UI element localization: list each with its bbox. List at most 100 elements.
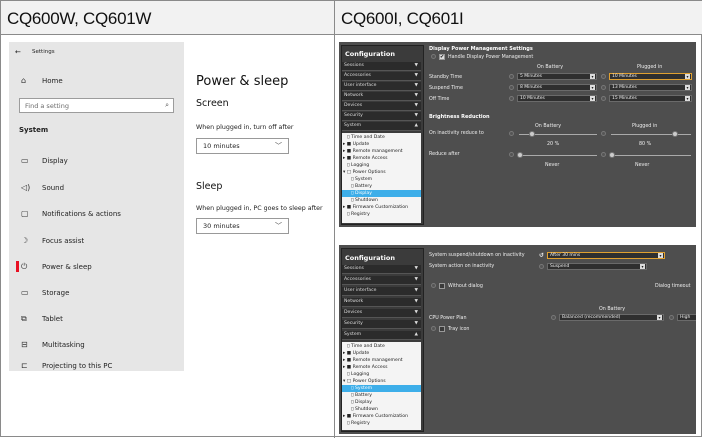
- tree-item-battery[interactable]: ▯ Battery: [342, 183, 421, 190]
- tree-item-update[interactable]: ▸ ■ Update: [342, 350, 421, 357]
- tree-label: System: [355, 177, 373, 182]
- find-placeholder: Find a setting: [25, 102, 69, 110]
- menu-accessories[interactable]: Accessories ▼: [342, 276, 421, 285]
- screen-heading: Screen: [196, 98, 229, 109]
- menu-devices[interactable]: Devices ▼: [342, 102, 421, 111]
- reset-icon[interactable]: ↺: [539, 252, 544, 259]
- standby-battery-dropdown[interactable]: 5 Minutes ▾: [517, 73, 597, 80]
- row-radio[interactable]: [601, 74, 606, 79]
- tree-item-remote-access[interactable]: ▸ ■ Remote Access: [342, 364, 421, 371]
- inactivity-radio-2[interactable]: [601, 131, 606, 136]
- nav-multitasking[interactable]: ⊟ Multitasking: [21, 340, 85, 349]
- menu-user-interface[interactable]: User interface ▼: [342, 82, 421, 91]
- row-radio[interactable]: [509, 96, 514, 101]
- sleep-timeout-dropdown[interactable]: 30 minutes ﹀: [196, 218, 289, 234]
- row-radio[interactable]: [509, 85, 514, 90]
- back-arrow-icon[interactable]: ←: [15, 48, 21, 56]
- tree-item-shutdown[interactable]: ▯ Shutdown: [342, 406, 421, 413]
- action-radio[interactable]: [539, 264, 544, 269]
- suspend-battery-dropdown[interactable]: 8 Minutes ▾: [517, 84, 597, 91]
- battery-reduce-slider-track[interactable]: [519, 155, 597, 156]
- plugged-reduce-slider-knob[interactable]: [609, 152, 615, 158]
- tree-item-remote-management[interactable]: ▸ ■ Remote management: [342, 357, 421, 364]
- dropdown-value: 30 minutes: [203, 222, 240, 230]
- row-radio[interactable]: [601, 85, 606, 90]
- cpu-plan-plugged-dropdown[interactable]: High: [677, 314, 696, 321]
- menu-devices[interactable]: Devices ▼: [342, 309, 421, 318]
- tree-item-time-date[interactable]: ▯ Time and Date: [342, 134, 421, 141]
- dialog-radio[interactable]: [431, 283, 436, 288]
- menu-accessories[interactable]: Accessories ▼: [342, 72, 421, 81]
- menu-label: Security: [344, 321, 363, 326]
- tree-item-registry[interactable]: ▯ Registry: [342, 211, 421, 218]
- cpu-radio-2[interactable]: [669, 315, 674, 320]
- menu-system[interactable]: System ▲: [342, 122, 421, 131]
- menu-security[interactable]: Security ▼: [342, 112, 421, 121]
- tree-label: Display: [355, 400, 372, 405]
- tree-label: Registry: [351, 421, 370, 426]
- dropdown-value: 10 minutes: [203, 142, 240, 150]
- without-dialog-checkbox[interactable]: [439, 283, 445, 289]
- tree-item-time-date[interactable]: ▯ Time and Date: [342, 343, 421, 350]
- row-radio[interactable]: [509, 74, 514, 79]
- plugged-brightness-slider-knob[interactable]: [672, 131, 678, 137]
- nav-projecting[interactable]: ⊏ Projecting to this PC: [21, 361, 112, 370]
- screen-label: When plugged in, turn off after: [196, 124, 294, 131]
- triangle-down-icon: ▼: [414, 321, 418, 326]
- menu-user-interface[interactable]: User interface ▼: [342, 287, 421, 296]
- off-battery-dropdown[interactable]: 10 Minutes ▾: [517, 95, 597, 102]
- tray-icon-checkbox[interactable]: [439, 326, 445, 332]
- tree-item-firmware[interactable]: ▸ ■ Firmware Customization: [342, 413, 421, 420]
- tree-item-power-options[interactable]: ▾ □ Power Options: [342, 169, 421, 176]
- find-setting-input[interactable]: Find a setting ⌕: [19, 98, 174, 113]
- tree-item-logging[interactable]: ▯ Logging: [342, 371, 421, 378]
- menu-sessions[interactable]: Sessions ▼: [342, 62, 421, 71]
- tree-item-display[interactable]: ▯ Display: [342, 399, 421, 406]
- nav-storage[interactable]: ▭ Storage: [21, 288, 69, 297]
- standby-plugged-dropdown[interactable]: 10 Minutes ▾: [609, 73, 692, 80]
- tree-item-shutdown[interactable]: ▯ Shutdown: [342, 197, 421, 204]
- plugged-reduce-slider-track[interactable]: [611, 155, 691, 156]
- tray-radio[interactable]: [431, 326, 436, 331]
- inactivity-radio[interactable]: [509, 131, 514, 136]
- screen-timeout-dropdown[interactable]: 10 minutes ﹀: [196, 138, 289, 154]
- menu-security[interactable]: Security ▼: [342, 320, 421, 329]
- tree-item-display[interactable]: ▯ Display: [342, 190, 421, 197]
- nav-notifications[interactable]: ▢ Notifications & actions: [21, 209, 121, 218]
- cpu-plan-dropdown[interactable]: Balanced (recommended) ▾: [559, 314, 664, 321]
- tree-item-system[interactable]: ▯ System: [342, 176, 421, 183]
- tree-item-battery[interactable]: ▯ Battery: [342, 392, 421, 399]
- tree-item-firmware[interactable]: ▸ ■ Firmware Customization: [342, 204, 421, 211]
- off-plugged-dropdown[interactable]: 15 Minutes ▾: [609, 95, 692, 102]
- plugged-brightness-slider-track[interactable]: [611, 134, 691, 135]
- nav-sound[interactable]: ◁) Sound: [21, 183, 64, 192]
- suspend-plugged-dropdown[interactable]: 13 Minutes ▾: [609, 84, 692, 91]
- tree-item-remote-management[interactable]: ▸ ■ Remote management: [342, 148, 421, 155]
- action-dropdown[interactable]: Suspend ▾: [547, 263, 647, 270]
- home-nav[interactable]: ⌂ Home: [21, 76, 63, 85]
- menu-sessions[interactable]: Sessions ▼: [342, 265, 421, 274]
- battery-brightness-slider-knob[interactable]: [529, 131, 535, 137]
- battery-reduce-slider-knob[interactable]: [517, 152, 523, 158]
- nav-focus-assist[interactable]: ☽ Focus assist: [21, 236, 84, 245]
- reduce-radio-2[interactable]: [601, 152, 606, 157]
- tree-item-update[interactable]: ▸ ■ Update: [342, 141, 421, 148]
- cpu-radio[interactable]: [551, 315, 556, 320]
- tree-item-system[interactable]: ▯ System: [342, 385, 421, 392]
- menu-network[interactable]: Network ▼: [342, 92, 421, 101]
- triangle-down-icon: ▼: [414, 277, 418, 282]
- menu-system[interactable]: System ▲: [342, 331, 421, 340]
- tree-item-remote-access[interactable]: ▸ ■ Remote Access: [342, 155, 421, 162]
- tree-item-registry[interactable]: ▯ Registry: [342, 420, 421, 427]
- nav-power-sleep[interactable]: ⏻ Power & sleep: [21, 262, 92, 272]
- nav-tablet[interactable]: ⧉ Tablet: [21, 314, 63, 324]
- tree-item-logging[interactable]: ▯ Logging: [342, 162, 421, 169]
- nav-display[interactable]: ▭ Display: [21, 156, 68, 165]
- menu-network[interactable]: Network ▼: [342, 298, 421, 307]
- reduce-radio[interactable]: [509, 152, 514, 157]
- dpm-radio[interactable]: [431, 54, 436, 59]
- row-radio[interactable]: [601, 96, 606, 101]
- suspend-dropdown[interactable]: After 30 mins ▾: [547, 252, 665, 259]
- dpm-checkbox[interactable]: ✔: [439, 54, 445, 60]
- tree-item-power-options[interactable]: ▾ □ Power Options: [342, 378, 421, 385]
